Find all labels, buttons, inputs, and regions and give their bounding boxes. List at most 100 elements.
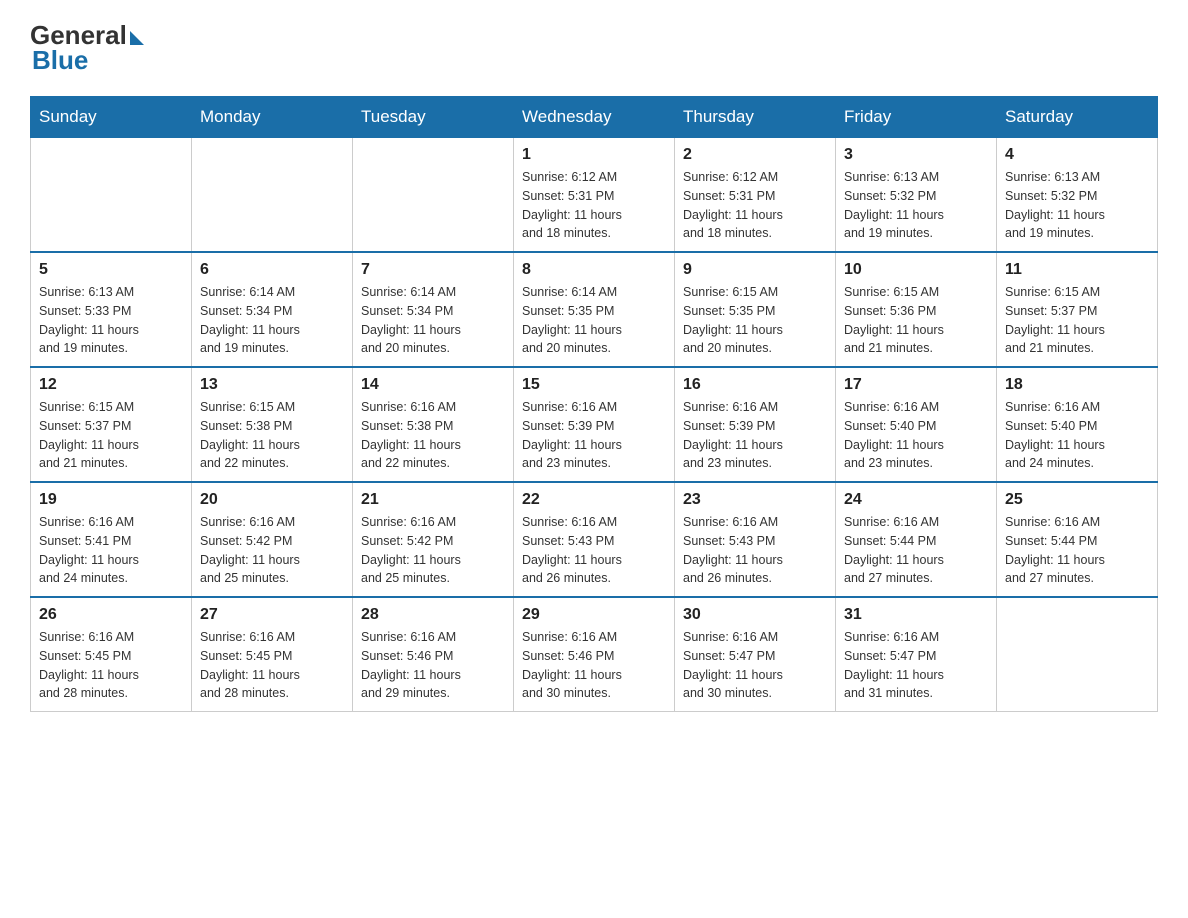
- col-monday: Monday: [192, 97, 353, 138]
- table-row: 24 Sunrise: 6:16 AMSunset: 5:44 PMDayligh…: [836, 482, 997, 597]
- day-info: Sunrise: 6:16 AMSunset: 5:43 PMDaylight:…: [522, 513, 666, 588]
- day-number: 22: [522, 491, 666, 509]
- col-friday: Friday: [836, 97, 997, 138]
- day-number: 17: [844, 376, 988, 394]
- day-info: Sunrise: 6:15 AMSunset: 5:37 PMDaylight:…: [1005, 283, 1149, 358]
- day-number: 31: [844, 606, 988, 624]
- table-row: [997, 597, 1158, 712]
- table-row: 14 Sunrise: 6:16 AMSunset: 5:38 PMDayligh…: [353, 367, 514, 482]
- calendar-week-row: 1 Sunrise: 6:12 AMSunset: 5:31 PMDaylight…: [31, 138, 1158, 253]
- day-info: Sunrise: 6:16 AMSunset: 5:38 PMDaylight:…: [361, 398, 505, 473]
- table-row: [192, 138, 353, 253]
- day-info: Sunrise: 6:16 AMSunset: 5:44 PMDaylight:…: [1005, 513, 1149, 588]
- table-row: 20 Sunrise: 6:16 AMSunset: 5:42 PMDayligh…: [192, 482, 353, 597]
- day-info: Sunrise: 6:16 AMSunset: 5:43 PMDaylight:…: [683, 513, 827, 588]
- day-number: 1: [522, 146, 666, 164]
- calendar-header-row: Sunday Monday Tuesday Wednesday Thursday…: [31, 97, 1158, 138]
- day-info: Sunrise: 6:16 AMSunset: 5:45 PMDaylight:…: [200, 628, 344, 703]
- day-info: Sunrise: 6:15 AMSunset: 5:36 PMDaylight:…: [844, 283, 988, 358]
- day-number: 13: [200, 376, 344, 394]
- table-row: 30 Sunrise: 6:16 AMSunset: 5:47 PMDayligh…: [675, 597, 836, 712]
- day-info: Sunrise: 6:13 AMSunset: 5:32 PMDaylight:…: [844, 168, 988, 243]
- table-row: 21 Sunrise: 6:16 AMSunset: 5:42 PMDayligh…: [353, 482, 514, 597]
- day-info: Sunrise: 6:14 AMSunset: 5:35 PMDaylight:…: [522, 283, 666, 358]
- table-row: 28 Sunrise: 6:16 AMSunset: 5:46 PMDayligh…: [353, 597, 514, 712]
- calendar-table: Sunday Monday Tuesday Wednesday Thursday…: [30, 96, 1158, 712]
- page-header: General Blue: [30, 20, 1158, 76]
- table-row: 9Sunrise: 6:15 AMSunset: 5:35 PMDaylight…: [675, 252, 836, 367]
- day-info: Sunrise: 6:16 AMSunset: 5:42 PMDaylight:…: [361, 513, 505, 588]
- day-info: Sunrise: 6:16 AMSunset: 5:39 PMDaylight:…: [522, 398, 666, 473]
- col-saturday: Saturday: [997, 97, 1158, 138]
- day-number: 20: [200, 491, 344, 509]
- calendar-week-row: 26 Sunrise: 6:16 AMSunset: 5:45 PMDayligh…: [31, 597, 1158, 712]
- day-info: Sunrise: 6:16 AMSunset: 5:39 PMDaylight:…: [683, 398, 827, 473]
- table-row: [31, 138, 192, 253]
- table-row: 12Sunrise: 6:15 AMSunset: 5:37 PMDayligh…: [31, 367, 192, 482]
- table-row: 3Sunrise: 6:13 AMSunset: 5:32 PMDaylight…: [836, 138, 997, 253]
- day-number: 15: [522, 376, 666, 394]
- table-row: 16 Sunrise: 6:16 AMSunset: 5:39 PMDayligh…: [675, 367, 836, 482]
- day-info: Sunrise: 6:16 AMSunset: 5:40 PMDaylight:…: [1005, 398, 1149, 473]
- day-number: 14: [361, 376, 505, 394]
- day-info: Sunrise: 6:12 AMSunset: 5:31 PMDaylight:…: [522, 168, 666, 243]
- day-number: 8: [522, 261, 666, 279]
- day-info: Sunrise: 6:16 AMSunset: 5:41 PMDaylight:…: [39, 513, 183, 588]
- day-number: 21: [361, 491, 505, 509]
- day-info: Sunrise: 6:16 AMSunset: 5:44 PMDaylight:…: [844, 513, 988, 588]
- day-number: 11: [1005, 261, 1149, 279]
- day-info: Sunrise: 6:16 AMSunset: 5:47 PMDaylight:…: [844, 628, 988, 703]
- day-number: 2: [683, 146, 827, 164]
- table-row: 2 Sunrise: 6:12 AMSunset: 5:31 PMDaylight…: [675, 138, 836, 253]
- table-row: 27Sunrise: 6:16 AMSunset: 5:45 PMDayligh…: [192, 597, 353, 712]
- table-row: 19 Sunrise: 6:16 AMSunset: 5:41 PMDayligh…: [31, 482, 192, 597]
- table-row: 13 Sunrise: 6:15 AMSunset: 5:38 PMDayligh…: [192, 367, 353, 482]
- day-number: 18: [1005, 376, 1149, 394]
- table-row: 17 Sunrise: 6:16 AMSunset: 5:40 PMDayligh…: [836, 367, 997, 482]
- day-number: 10: [844, 261, 988, 279]
- table-row: 7Sunrise: 6:14 AMSunset: 5:34 PMDaylight…: [353, 252, 514, 367]
- table-row: 11 Sunrise: 6:15 AMSunset: 5:37 PMDayligh…: [997, 252, 1158, 367]
- day-number: 19: [39, 491, 183, 509]
- logo: General Blue: [30, 20, 144, 76]
- calendar-week-row: 5 Sunrise: 6:13 AMSunset: 5:33 PMDaylight…: [31, 252, 1158, 367]
- day-info: Sunrise: 6:16 AMSunset: 5:45 PMDaylight:…: [39, 628, 183, 703]
- day-number: 24: [844, 491, 988, 509]
- table-row: 25 Sunrise: 6:16 AMSunset: 5:44 PMDayligh…: [997, 482, 1158, 597]
- table-row: 29 Sunrise: 6:16 AMSunset: 5:46 PMDayligh…: [514, 597, 675, 712]
- day-info: Sunrise: 6:16 AMSunset: 5:46 PMDaylight:…: [522, 628, 666, 703]
- day-info: Sunrise: 6:12 AMSunset: 5:31 PMDaylight:…: [683, 168, 827, 243]
- table-row: 4Sunrise: 6:13 AMSunset: 5:32 PMDaylight…: [997, 138, 1158, 253]
- table-row: 18 Sunrise: 6:16 AMSunset: 5:40 PMDayligh…: [997, 367, 1158, 482]
- table-row: 5 Sunrise: 6:13 AMSunset: 5:33 PMDaylight…: [31, 252, 192, 367]
- day-info: Sunrise: 6:16 AMSunset: 5:40 PMDaylight:…: [844, 398, 988, 473]
- day-info: Sunrise: 6:16 AMSunset: 5:42 PMDaylight:…: [200, 513, 344, 588]
- day-info: Sunrise: 6:13 AMSunset: 5:33 PMDaylight:…: [39, 283, 183, 358]
- table-row: 8 Sunrise: 6:14 AMSunset: 5:35 PMDaylight…: [514, 252, 675, 367]
- day-number: 16: [683, 376, 827, 394]
- col-tuesday: Tuesday: [353, 97, 514, 138]
- table-row: 10 Sunrise: 6:15 AMSunset: 5:36 PMDayligh…: [836, 252, 997, 367]
- col-wednesday: Wednesday: [514, 97, 675, 138]
- col-thursday: Thursday: [675, 97, 836, 138]
- day-number: 9: [683, 261, 827, 279]
- day-number: 4: [1005, 146, 1149, 164]
- day-number: 6: [200, 261, 344, 279]
- table-row: 6 Sunrise: 6:14 AMSunset: 5:34 PMDaylight…: [192, 252, 353, 367]
- calendar-week-row: 19 Sunrise: 6:16 AMSunset: 5:41 PMDayligh…: [31, 482, 1158, 597]
- day-number: 23: [683, 491, 827, 509]
- day-info: Sunrise: 6:15 AMSunset: 5:38 PMDaylight:…: [200, 398, 344, 473]
- day-info: Sunrise: 6:14 AMSunset: 5:34 PMDaylight:…: [361, 283, 505, 358]
- day-number: 26: [39, 606, 183, 624]
- day-number: 28: [361, 606, 505, 624]
- day-info: Sunrise: 6:16 AMSunset: 5:46 PMDaylight:…: [361, 628, 505, 703]
- table-row: 23 Sunrise: 6:16 AMSunset: 5:43 PMDayligh…: [675, 482, 836, 597]
- table-row: 22 Sunrise: 6:16 AMSunset: 5:43 PMDayligh…: [514, 482, 675, 597]
- day-number: 29: [522, 606, 666, 624]
- day-number: 25: [1005, 491, 1149, 509]
- day-info: Sunrise: 6:14 AMSunset: 5:34 PMDaylight:…: [200, 283, 344, 358]
- day-info: Sunrise: 6:16 AMSunset: 5:47 PMDaylight:…: [683, 628, 827, 703]
- day-number: 5: [39, 261, 183, 279]
- table-row: 26 Sunrise: 6:16 AMSunset: 5:45 PMDayligh…: [31, 597, 192, 712]
- day-number: 30: [683, 606, 827, 624]
